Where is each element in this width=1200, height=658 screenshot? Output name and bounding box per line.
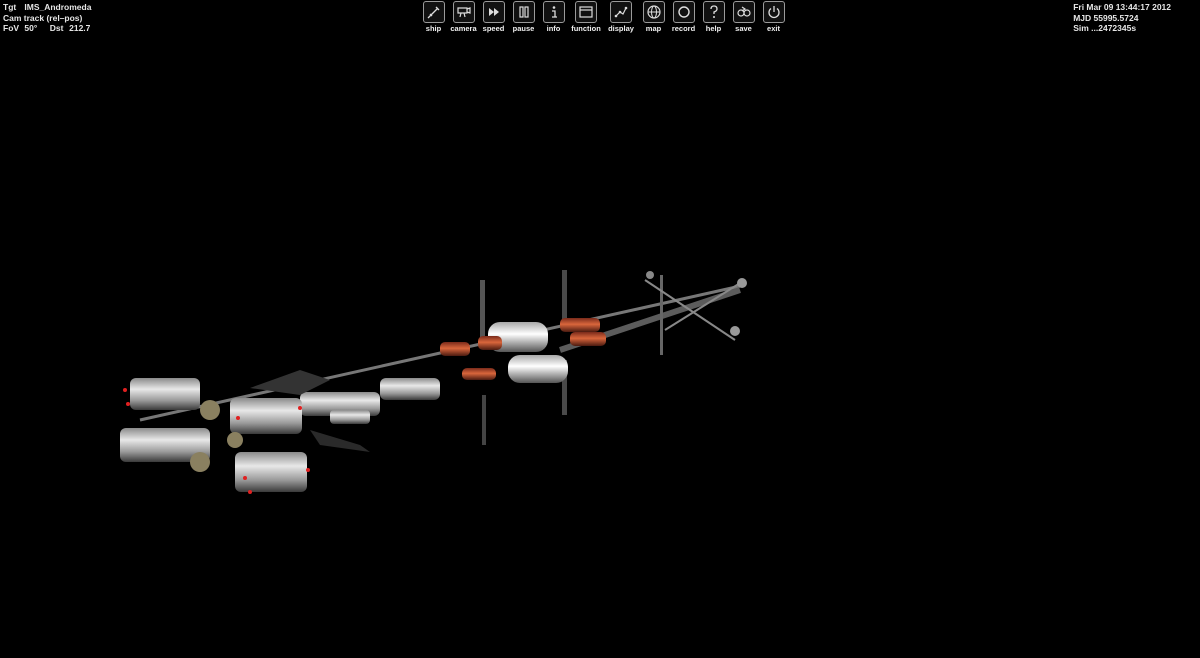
date-time: Fri Mar 09 13:44:17 2012	[1073, 2, 1171, 12]
function-label: function	[571, 24, 601, 33]
habitat-modules	[120, 318, 606, 494]
globe-icon	[646, 5, 661, 19]
mjd-value: 55995.5724	[1093, 12, 1139, 23]
camera-label: camera	[450, 24, 477, 33]
save-icon	[736, 6, 751, 17]
camera-icon	[456, 7, 471, 18]
record-label: record	[671, 24, 696, 33]
speed-label: speed	[482, 24, 505, 33]
sim-label: Sim	[1073, 23, 1089, 33]
exit-button[interactable]: exit	[761, 1, 786, 33]
hud-target-info: Tgt IMS_Andromeda Cam track (rel–pos) Fo…	[3, 2, 91, 34]
info-button[interactable]: info	[541, 1, 566, 33]
tgt-label: Tgt	[3, 2, 17, 12]
dst-label: Dst	[49, 23, 64, 33]
save-label: save	[735, 24, 752, 33]
fov-label: FoV	[3, 23, 20, 33]
record-icon	[677, 6, 690, 18]
ship-button[interactable]: ship	[421, 1, 446, 33]
sim-value: ...2472345s	[1091, 23, 1137, 33]
tgt-value: IMS_Andromeda	[24, 2, 92, 12]
display-label: display	[608, 24, 634, 33]
hud-time-info: Fri Mar 09 13:44:17 2012 MJD 55995.5724 …	[1073, 2, 1171, 34]
exit-label: exit	[767, 24, 780, 33]
power-icon	[767, 6, 780, 19]
help-button[interactable]: help	[701, 1, 726, 33]
main-toolbar: ship camera speed pause info function di…	[421, 1, 791, 33]
pause-button[interactable]: pause	[511, 1, 536, 33]
ship-label: ship	[425, 24, 442, 33]
save-button[interactable]: save	[731, 1, 756, 33]
display-icon	[614, 6, 628, 18]
camera-mode: Cam track (rel–pos)	[3, 12, 83, 23]
speed-button[interactable]: speed	[481, 1, 506, 33]
map-label: map	[645, 24, 662, 33]
info-label: info	[546, 24, 561, 33]
help-label: help	[705, 24, 722, 33]
camera-button[interactable]: camera	[450, 1, 477, 33]
map-button[interactable]: map	[641, 1, 666, 33]
record-button[interactable]: record	[671, 1, 696, 33]
dst-value: 212.7	[69, 23, 91, 33]
display-button[interactable]: display	[606, 1, 636, 33]
fov-value: 50°	[24, 23, 38, 33]
fast-forward-icon	[488, 8, 499, 16]
info-icon	[551, 6, 557, 18]
mjd-label: MJD	[1073, 12, 1092, 23]
help-icon	[709, 5, 718, 18]
space-viewport[interactable]	[0, 0, 1200, 658]
pause-label: pause	[512, 24, 535, 33]
window-icon	[579, 6, 593, 18]
pause-icon	[518, 6, 529, 18]
ship-icon	[427, 6, 439, 19]
function-button[interactable]: function	[571, 1, 601, 33]
